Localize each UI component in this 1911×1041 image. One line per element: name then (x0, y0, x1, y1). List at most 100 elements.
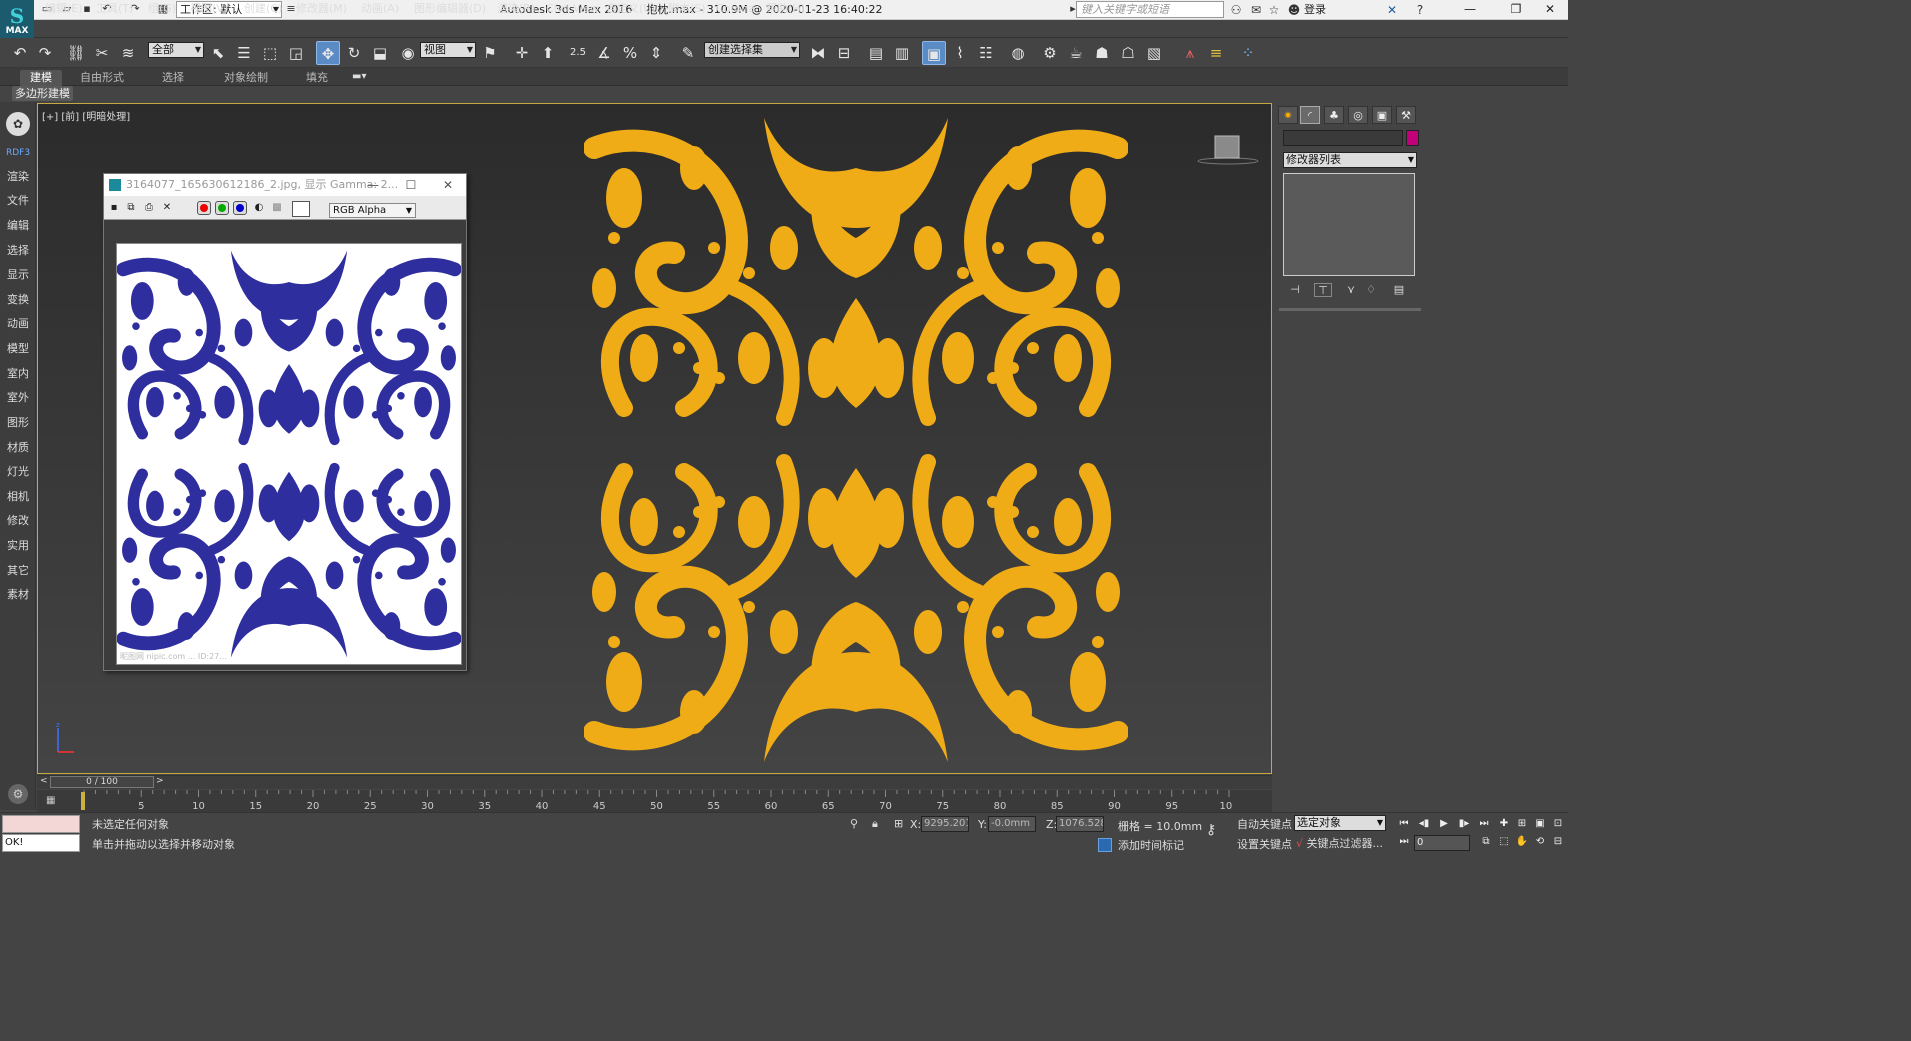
time-config-icon[interactable]: ⧉ (1478, 834, 1494, 850)
current-frame-field[interactable]: 0 (1414, 835, 1470, 851)
menu-modifiers[interactable]: 修改器(M) (296, 2, 347, 16)
select-manipulate-icon[interactable]: ✛ (510, 41, 534, 65)
sidebar-item-animation[interactable]: 动画 (0, 317, 36, 331)
z-coordinate-field[interactable]: 1076.528m (1056, 816, 1104, 832)
search-input[interactable]: 键入关键字或短语 (1076, 1, 1224, 18)
favorites-star-icon[interactable]: ☆ (1266, 2, 1282, 18)
time-slider[interactable] (37, 775, 1272, 789)
snaps-toggle[interactable]: 2.5 (566, 41, 590, 65)
app-logo[interactable]: S MAX (0, 0, 34, 38)
binoculars-icon[interactable]: ⚇ (1228, 2, 1244, 18)
sidebar-item-other[interactable]: 其它 (0, 564, 36, 578)
keyboard-shortcut-override-icon[interactable]: ⬆ (536, 41, 560, 65)
window-crossing-icon[interactable]: ◲ (284, 41, 308, 65)
communication-icon[interactable]: ✉ (1248, 2, 1264, 18)
sidebar-item-render[interactable]: 渲染 (0, 170, 36, 184)
time-tag-toggle[interactable] (1098, 838, 1112, 852)
blue-channel-toggle[interactable] (233, 201, 247, 215)
modifier-stack[interactable] (1283, 173, 1415, 276)
time-next-icon[interactable]: > (156, 776, 166, 786)
key-mode-icon[interactable]: ✚ (1496, 816, 1512, 832)
menu-civil-view[interactable]: Civil View (546, 2, 599, 16)
frame-maximize-button[interactable]: ☐ (392, 174, 430, 196)
minimize-button[interactable]: — (1450, 0, 1490, 20)
channel-dropdown[interactable]: RGB Alpha ▼ (329, 203, 416, 218)
menu-views[interactable]: 视图(V) (190, 2, 228, 16)
orbit-icon[interactable]: ⟲ (1532, 834, 1548, 850)
maxscript-output[interactable]: OK! (2, 834, 80, 852)
maxscript-listener-input[interactable] (2, 815, 80, 833)
make-unique-icon[interactable]: ⋎ (1342, 283, 1360, 297)
remove-modifier-icon[interactable]: ♢ (1362, 283, 1380, 297)
alpha-channel-icon[interactable]: ◐ (252, 201, 266, 215)
rendered-frame-window-icon[interactable]: ☕ (1064, 41, 1088, 65)
ribbon-tab-object-paint[interactable]: 对象绘制 (214, 70, 278, 86)
frame-buffer-window[interactable]: 3164077_165630612186_2.jpg, 显示 Gamma: 2.… (103, 173, 467, 671)
menu-animation[interactable]: 动画(A) (361, 2, 399, 16)
clear-icon[interactable]: ✕ (160, 201, 174, 215)
key-selection-dropdown[interactable]: 选定对象 ▼ (1294, 815, 1386, 831)
play-icon[interactable]: ▶ (1436, 816, 1452, 832)
pivot-center-icon[interactable]: ⚑ (478, 41, 502, 65)
ribbon-tab-freeform[interactable]: 自由形式 (70, 70, 134, 86)
pan-view-icon[interactable]: ✋ (1514, 834, 1530, 850)
unlink-icon[interactable]: ✂ (90, 41, 114, 65)
align-icon[interactable]: ⊟ (832, 41, 856, 65)
set-key-button[interactable]: 设置关键点 (1237, 836, 1292, 852)
utilities-tab-icon[interactable]: ⚒ (1396, 106, 1416, 124)
current-frame-marker[interactable] (81, 792, 85, 810)
frame-minimize-button[interactable]: — (354, 174, 392, 196)
sidebar-item-cameras[interactable]: 相机 (0, 490, 36, 504)
sidebar-item-materials[interactable]: 材质 (0, 441, 36, 455)
undo-icon[interactable]: ↶ (8, 41, 32, 65)
menu-tools[interactable]: 工具(T) (96, 2, 133, 16)
modify-tab-icon[interactable]: ◜ (1300, 106, 1320, 124)
toggle-ribbon-icon[interactable]: ▥ (890, 41, 914, 65)
color-swatch[interactable] (292, 201, 310, 217)
menu-rendering[interactable]: 渲染(R) (497, 2, 535, 16)
frame-close-button[interactable]: ✕ (429, 174, 467, 196)
zoom-region-icon[interactable]: ⬚ (1496, 834, 1512, 850)
sign-in-link[interactable]: 登录 (1304, 0, 1326, 19)
viewcube-icon[interactable] (1196, 134, 1260, 166)
auto-key-button[interactable]: 自动关键点 (1237, 816, 1292, 832)
field-of-view-icon[interactable]: ▣ (1532, 816, 1548, 832)
ribbon-options-icon[interactable]: ▬▾ (352, 71, 366, 82)
go-to-start-icon[interactable]: ⏮ (1396, 816, 1412, 832)
sidebar-item-display[interactable]: 显示 (0, 268, 36, 282)
settings-gear-icon[interactable]: ⚙ (8, 784, 28, 804)
time-prev-icon[interactable]: < (40, 776, 50, 786)
damask-pattern-plane[interactable] (584, 108, 1128, 772)
go-to-end-icon[interactable]: ⏭ (1476, 816, 1492, 832)
sidebar-item-transform[interactable]: 变换 (0, 293, 36, 307)
sidebar-item-exterior[interactable]: 室外 (0, 391, 36, 405)
key-mode-toggle-icon[interactable]: ⏭ (1396, 834, 1412, 850)
y-coordinate-field[interactable]: -0.0mm (988, 816, 1036, 832)
select-and-move-icon[interactable]: ✥ (316, 41, 340, 65)
select-and-place-icon[interactable]: ◉ (396, 41, 420, 65)
next-frame-icon[interactable]: ▮▸ (1456, 816, 1472, 832)
close-button[interactable]: ✕ (1530, 0, 1570, 20)
maximize-toggle-icon[interactable]: ⊟ (1550, 834, 1566, 850)
red-channel-toggle[interactable] (197, 201, 211, 215)
monochrome-icon[interactable]: ▩ (270, 201, 284, 215)
pin-stack-icon[interactable]: ⊣ (1286, 283, 1304, 297)
display-tab-icon[interactable]: ▣ (1372, 106, 1392, 124)
select-by-name-icon[interactable]: ☰ (232, 41, 256, 65)
material-editor-icon[interactable]: ◍ (1006, 41, 1030, 65)
schematic-view-icon[interactable]: ☷ (974, 41, 998, 65)
plugin-tool-c-icon[interactable]: ⁘ (1236, 41, 1260, 65)
sidebar-item-model[interactable]: 模型 (0, 342, 36, 356)
menu-create[interactable]: 创建(C) (244, 2, 282, 16)
plugin-tool-b-icon[interactable]: ≡ (1204, 41, 1228, 65)
selection-filter-dropdown[interactable]: 全部 ▼ (148, 42, 204, 58)
percent-snap-icon[interactable]: % (618, 41, 642, 65)
polygon-modeling-tab[interactable]: 多边形建模 (12, 86, 73, 101)
sidebar-item-lights[interactable]: 灯光 (0, 465, 36, 479)
select-and-rotate-icon[interactable]: ↻ (342, 41, 366, 65)
menu-group[interactable]: 组(G) (148, 2, 176, 16)
maximize-viewport-icon[interactable]: ⊡ (1550, 816, 1566, 832)
render-production-icon[interactable]: ☗ (1090, 41, 1114, 65)
time-slider-knob[interactable]: 0 / 100 (50, 776, 154, 788)
mini-curve-editor-icon[interactable]: ▦ (46, 795, 55, 806)
